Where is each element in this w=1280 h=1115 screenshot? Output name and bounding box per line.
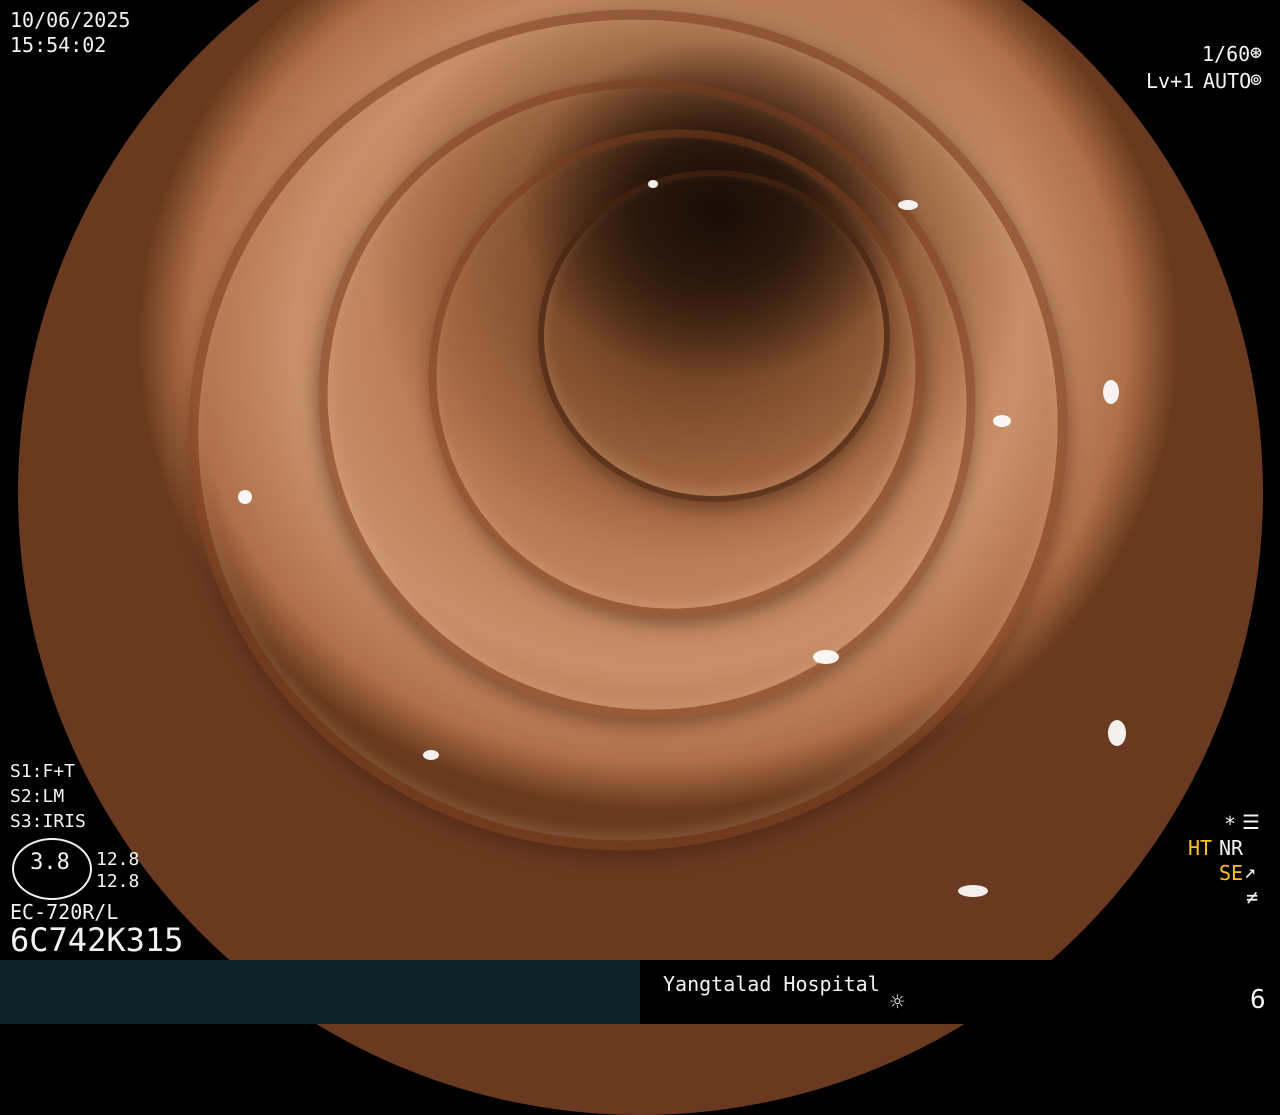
auto-iris-icon: ⊚ [1250,67,1263,91]
freeze-off-icon: ≠ [1246,885,1259,909]
scope-value: 3.8 [30,850,70,875]
level-text: Lv+1 [1146,69,1195,93]
setting-s1: S1:F+T [10,761,76,782]
image-number: 6 [1250,985,1266,1015]
structure-enhance-icon: ↗ [1244,859,1257,883]
light-source-icon: ☼ [890,988,905,1016]
light-reflection [898,200,918,210]
setting-s3: S3:IRIS [10,811,86,832]
se-label: SE [1219,861,1244,885]
hospital-name: Yangtalad Hospital [663,972,880,996]
endoscopic-view [18,0,1263,1115]
light-reflection [813,650,839,664]
scope-top-number: 12.8 [96,849,140,870]
settings-panel-icon: ☰ [1242,810,1260,834]
light-reflection [1108,720,1126,746]
lumen-fold [538,170,890,502]
light-reflection [423,750,439,760]
light-reflection [993,415,1011,427]
ht-label: HT [1188,836,1213,860]
light-reflection [958,885,988,897]
mode-text: AUTO [1203,69,1252,93]
light-reflection [238,490,252,504]
scope-serial: 6C742K315 [10,921,184,959]
time-text: 15:54:02 [10,33,107,57]
nr-label: NR [1219,836,1244,860]
light-reflection [648,180,658,188]
scope-bottom-number: 12.8 [96,871,140,892]
setting-s2: S2:LM [10,786,65,807]
light-reflection [1103,380,1119,404]
shutter-speed: 1/60 [1202,42,1251,66]
asterisk-mark: * [1224,812,1237,836]
shutter-icon: ⊛ [1250,40,1263,64]
date-text: 10/06/2025 [10,8,131,32]
